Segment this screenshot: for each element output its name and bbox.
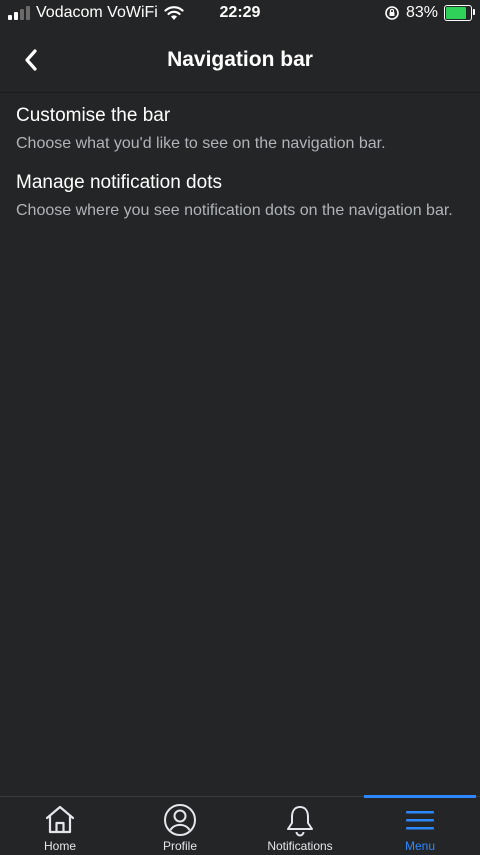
tab-menu[interactable]: Menu [360, 795, 480, 855]
tab-home[interactable]: Home [0, 797, 120, 855]
tab-label: Notifications [267, 839, 333, 853]
active-tab-indicator [364, 795, 476, 798]
settings-list: Customise the bar Choose what you'd like… [0, 93, 480, 221]
item-description: Choose what you'd like to see on the nav… [16, 135, 386, 152]
profile-icon [164, 804, 196, 836]
status-bar: Vodacom VoWiFi 22:29 83% [0, 0, 480, 28]
bell-icon [287, 806, 313, 837]
status-right: 83% [384, 4, 475, 22]
item-title: Customise the bar [16, 105, 171, 126]
menu-icon [406, 811, 434, 830]
item-description: Choose where you see notification dots o… [16, 202, 453, 219]
tab-label: Menu [404, 839, 436, 853]
item-title: Manage notification dots [16, 172, 222, 193]
orientation-lock-icon [385, 6, 399, 20]
page-title: Navigation bar [167, 48, 313, 71]
page-header: Navigation bar [0, 28, 480, 93]
battery-icon [444, 5, 475, 21]
tab-label: Home [43, 839, 76, 853]
battery-percent: 83% [405, 4, 438, 21]
manage-notification-dots-item[interactable]: Manage notification dots Choose where yo… [0, 154, 480, 221]
tab-label: Profile [162, 839, 197, 853]
tab-notifications[interactable]: Notifications [240, 797, 360, 855]
home-icon [45, 805, 75, 834]
tab-profile[interactable]: Profile [120, 797, 240, 855]
customise-bar-item[interactable]: Customise the bar Choose what you'd like… [0, 93, 480, 154]
bottom-nav: Home Profile Notifications Menu [0, 795, 480, 855]
battery-fill [446, 7, 466, 19]
